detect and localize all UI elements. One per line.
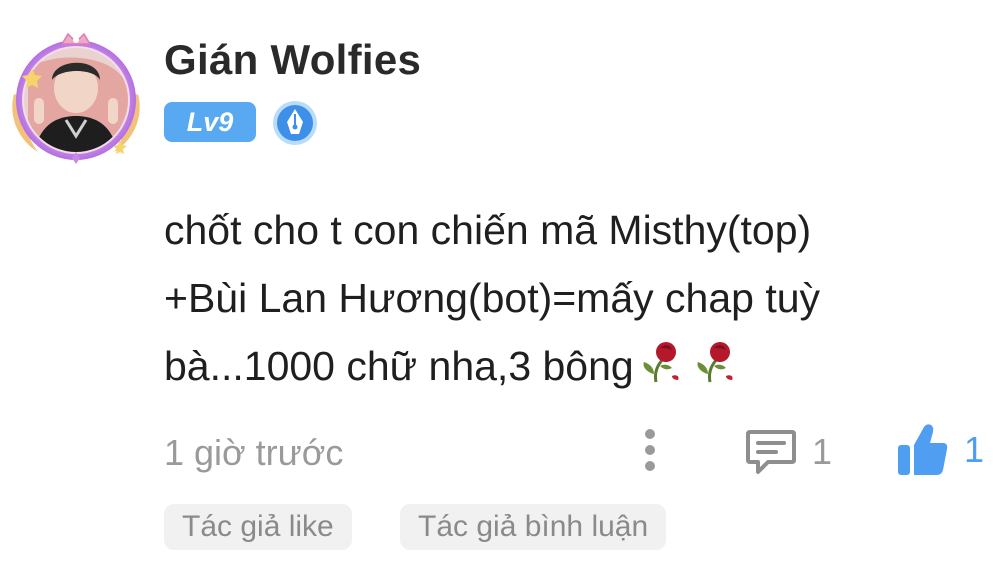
wilted-rose-icon — [688, 336, 740, 388]
comment-line-text: bà...1000 chữ nha,3 bông — [164, 343, 634, 389]
comment-bubble-icon — [746, 430, 796, 474]
reply-count: 1 — [812, 431, 833, 472]
pen-nib-badge-icon — [272, 100, 318, 146]
reply-button[interactable]: 1 — [744, 424, 832, 480]
avatar[interactable] — [8, 28, 144, 164]
author-liked-tag: Tác giả like — [164, 504, 352, 550]
wilted-rose-icon — [634, 336, 686, 388]
like-button[interactable]: 1 — [894, 420, 984, 480]
comment-line: chốt cho t con chiến mã Misthy(top) — [164, 207, 812, 253]
comment-body: chốt cho t con chiến mã Misthy(top) +Bùi… — [164, 196, 944, 400]
comment-line: +Bùi Lan Hương(bot)=mấy chap tuỳ — [164, 275, 821, 321]
author-replied-tag: Tác giả bình luận — [400, 504, 667, 550]
level-badge: Lv9 — [164, 102, 256, 142]
vertical-dots-icon — [645, 429, 655, 471]
comment-line: bà...1000 chữ nha,3 bông — [164, 332, 944, 400]
thumbs-up-icon — [898, 424, 948, 475]
like-count: 1 — [964, 429, 985, 470]
more-options-button[interactable] — [632, 424, 668, 480]
username[interactable]: Gián Wolfies — [164, 36, 421, 84]
comment-timestamp: 1 giờ trước — [164, 432, 344, 473]
